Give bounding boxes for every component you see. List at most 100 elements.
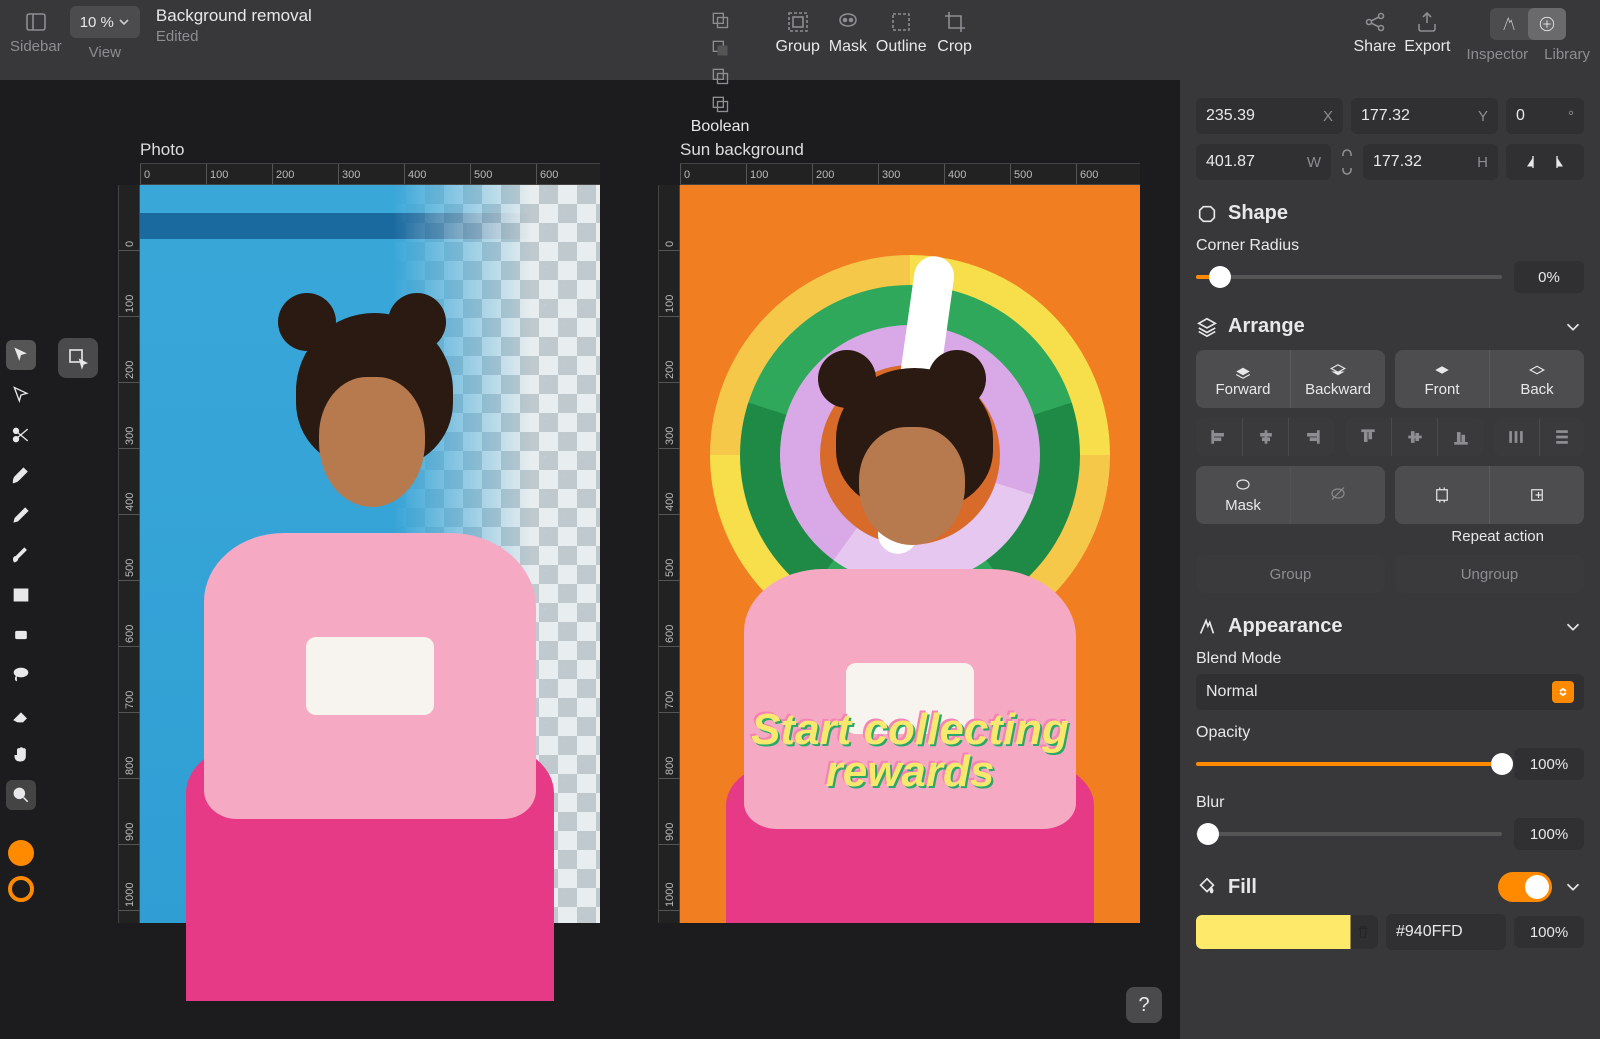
lasso-tool[interactable]	[6, 660, 36, 690]
w-input[interactable]: 401.87W	[1196, 144, 1331, 180]
ruler-horizontal-2: 0100200300400500600	[680, 163, 1140, 185]
fill-section-header[interactable]: Fill	[1196, 872, 1584, 902]
reward-text: Start collectingrewards	[680, 709, 1140, 793]
unmask-button[interactable]	[1290, 466, 1385, 524]
boolean-intersect-icon[interactable]	[702, 62, 738, 90]
shape-section-header[interactable]: Shape	[1196, 202, 1584, 225]
fill-color-well[interactable]	[1196, 915, 1378, 949]
canvas[interactable]: Photo Sun background 0100200300400500600…	[50, 100, 1170, 1039]
blend-mode-label: Blend Mode	[1196, 650, 1584, 668]
person-illustration	[140, 274, 600, 923]
group-button-inspector[interactable]: Group	[1196, 555, 1385, 593]
fill-alpha-input[interactable]: 100%	[1514, 916, 1584, 948]
opacity-value[interactable]: 100%	[1514, 748, 1584, 780]
inspector-panel: 235.39X 177.32Y 0° 401.87W 177.32H Shape…	[1180, 80, 1600, 1039]
align-right-icon[interactable]	[1288, 418, 1335, 456]
align-vcenter-icon[interactable]	[1391, 418, 1438, 456]
direct-select-tool[interactable]	[6, 380, 36, 410]
flip-buttons[interactable]	[1506, 144, 1584, 180]
repeat-again-button[interactable]	[1489, 466, 1584, 524]
top-toolbar: Sidebar 10 % View Background removal Edi…	[0, 0, 1600, 80]
share-label: Share	[1354, 38, 1397, 56]
person-illustration-2	[680, 333, 1140, 923]
hand-tool[interactable]	[6, 740, 36, 770]
eraser-tool[interactable]	[6, 700, 36, 730]
boolean-subtract-icon[interactable]	[702, 34, 738, 62]
mask-unmask-buttons[interactable]: Mask	[1196, 466, 1385, 524]
lock-aspect-icon[interactable]	[1339, 144, 1355, 180]
arrange-section-header[interactable]: Arrange	[1196, 315, 1584, 338]
export-label: Export	[1404, 38, 1450, 56]
export-button[interactable]	[1407, 6, 1447, 38]
inspector-tab[interactable]	[1490, 8, 1528, 40]
align-buttons[interactable]	[1196, 418, 1584, 456]
front-back-buttons[interactable]: Front Back	[1395, 350, 1584, 408]
fill-color-swatch[interactable]	[8, 840, 34, 866]
h-input[interactable]: 177.32H	[1363, 144, 1498, 180]
artboard-photo[interactable]	[140, 185, 600, 923]
library-tab-label: Library	[1544, 46, 1590, 63]
repeat-action-buttons[interactable]	[1395, 466, 1584, 524]
brush-tool[interactable]	[6, 540, 36, 570]
zoom-value: 10 %	[80, 14, 114, 31]
rotation-input[interactable]: 0°	[1506, 98, 1584, 134]
forward-backward-buttons[interactable]: Forward Backward	[1196, 350, 1385, 408]
share-button[interactable]	[1355, 6, 1395, 38]
blur-value[interactable]: 100%	[1514, 818, 1584, 850]
select-caret-icon	[1552, 681, 1574, 703]
outline-button[interactable]	[881, 6, 921, 38]
artboard-sun[interactable]: Start collectingrewards	[680, 185, 1140, 923]
help-button[interactable]: ?	[1126, 987, 1162, 1023]
corner-radius-value[interactable]: 0%	[1514, 261, 1584, 293]
align-bottom-icon[interactable]	[1437, 418, 1484, 456]
mask-button[interactable]	[828, 6, 868, 38]
sidebar-toggle[interactable]	[16, 6, 56, 38]
blur-slider[interactable]	[1196, 832, 1502, 836]
inspector-library-tabs[interactable]	[1490, 8, 1566, 40]
scissors-tool[interactable]	[6, 420, 36, 450]
forward-button[interactable]: Forward	[1196, 350, 1290, 408]
y-input[interactable]: 177.32Y	[1351, 98, 1498, 134]
back-button[interactable]: Back	[1489, 350, 1584, 408]
group-button[interactable]	[778, 6, 818, 38]
crop-button[interactable]	[935, 6, 975, 38]
align-top-icon[interactable]	[1345, 418, 1391, 456]
align-left-icon[interactable]	[1196, 418, 1242, 456]
crop-label: Crop	[937, 38, 972, 56]
mask-button-inspector[interactable]: Mask	[1196, 466, 1290, 524]
artboard-label-sun[interactable]: Sun background	[680, 140, 804, 160]
opacity-label: Opacity	[1196, 724, 1584, 742]
sidebar-label: Sidebar	[10, 38, 62, 55]
opacity-slider[interactable]	[1196, 762, 1502, 766]
distribute-v-icon[interactable]	[1539, 418, 1585, 456]
repeat-button[interactable]	[1395, 466, 1489, 524]
backward-button[interactable]: Backward	[1290, 350, 1385, 408]
appearance-section-header[interactable]: Appearance	[1196, 615, 1584, 638]
trash-icon[interactable]	[1354, 923, 1372, 941]
text-tool[interactable]	[6, 580, 36, 610]
select-tool[interactable]	[6, 340, 36, 370]
distribute-h-icon[interactable]	[1494, 418, 1539, 456]
ruler-vertical-2: 01002003004005006007008009001000	[658, 185, 680, 923]
zoom-tool[interactable]	[6, 780, 36, 810]
stroke-color-swatch[interactable]	[8, 876, 34, 902]
shape-tool[interactable]	[6, 620, 36, 650]
pen-tool[interactable]	[6, 460, 36, 490]
blend-mode-select[interactable]: Normal	[1196, 674, 1584, 710]
group-label: Group	[775, 38, 819, 56]
pencil-tool[interactable]	[6, 500, 36, 530]
x-input[interactable]: 235.39X	[1196, 98, 1343, 134]
align-hcenter-icon[interactable]	[1242, 418, 1289, 456]
left-toolstrip	[6, 340, 36, 902]
fill-toggle[interactable]	[1498, 872, 1552, 902]
library-tab[interactable]	[1528, 8, 1566, 40]
ungroup-button[interactable]: Ungroup	[1395, 555, 1584, 593]
fill-hex-input[interactable]: #940FFD	[1386, 914, 1506, 950]
corner-radius-slider[interactable]	[1196, 275, 1502, 279]
inspector-tab-label: Inspector	[1466, 46, 1528, 63]
view-label: View	[89, 44, 121, 61]
artboard-label-photo[interactable]: Photo	[140, 140, 184, 160]
front-button[interactable]: Front	[1395, 350, 1489, 408]
zoom-dropdown[interactable]: 10 %	[70, 6, 140, 38]
boolean-union-icon[interactable]	[702, 6, 738, 34]
